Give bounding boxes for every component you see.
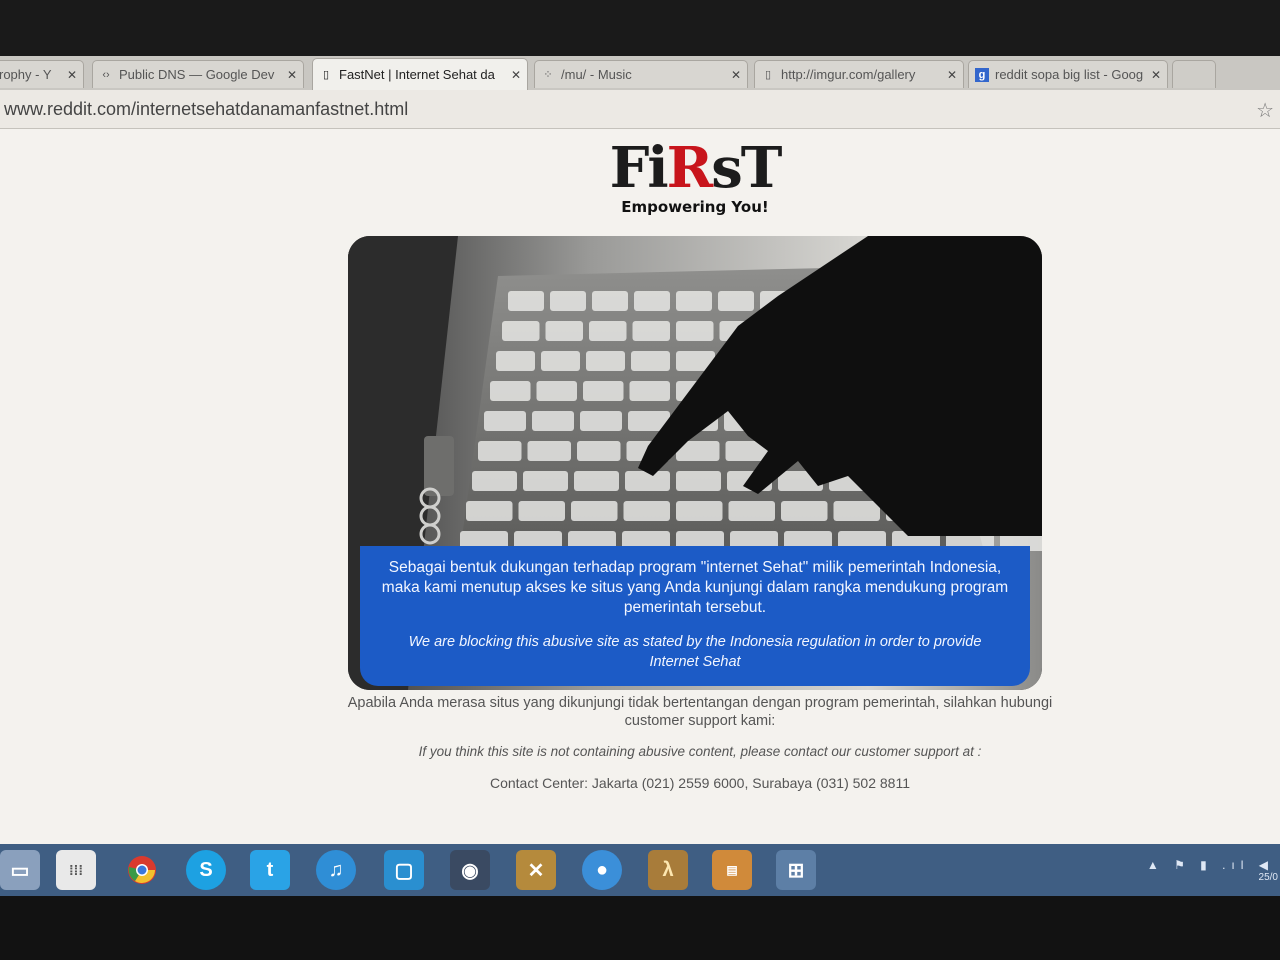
grid-icon: ⁘ (543, 69, 553, 81)
tray-date: 25/0 (1258, 872, 1278, 883)
contact-section: Apabila Anda merasa situs yang dikunjung… (340, 694, 1060, 791)
logo-text-end: sT (711, 135, 782, 201)
close-icon[interactable]: ✕ (947, 68, 957, 82)
logo-tagline: Empowering You! (621, 198, 769, 216)
notice-text-indonesian: Sebagai bentuk dukungan terhadap program… (381, 559, 1009, 616)
tab-fastnet[interactable]: ▯ FastNet | Internet Sehat da ✕ (312, 58, 528, 90)
tab-public-dns[interactable]: ‹› Public DNS — Google Dev ✕ (92, 60, 304, 88)
page-icon: ▯ (764, 69, 772, 81)
browser-window: rophy - Y ✕ ‹› Public DNS — Google Dev ✕… (0, 56, 1280, 896)
address-bar[interactable]: www.reddit.com/internetsehatdanamanfastn… (0, 90, 1280, 129)
notice-banner: Sebagai bentuk dukungan terhadap program… (360, 546, 1030, 686)
page-icon: ▯ (322, 69, 330, 81)
windows-app-icon[interactable]: ⊞ (776, 850, 816, 890)
notice-text-english: We are blocking this abusive site as sta… (408, 634, 982, 670)
close-icon[interactable]: ✕ (1151, 68, 1161, 82)
close-icon[interactable]: ✕ (731, 68, 741, 82)
hero-panel: Sebagai bentuk dukungan terhadap program… (348, 236, 1042, 690)
contact-text-indonesian: Apabila Anda merasa situs yang dikunjung… (347, 695, 1053, 729)
tab-rophy[interactable]: rophy - Y ✕ (0, 60, 84, 88)
url-text[interactable]: www.reddit.com/internetsehatdanamanfastn… (4, 99, 408, 120)
system-tray[interactable]: ▲ ⚑ ▮ .ıl ◀ (1147, 858, 1274, 872)
code-icon: ‹› (102, 68, 110, 81)
tab-mu-music[interactable]: ⁘ /mu/ - Music ✕ (534, 60, 748, 88)
itunes-icon[interactable]: ♫ (316, 850, 356, 890)
bookmark-star-icon[interactable]: ☆ (1256, 98, 1274, 123)
game-icon[interactable]: ✕ (516, 850, 556, 890)
apps-grid-icon[interactable]: ⁞⁞⁞ (56, 850, 96, 890)
new-tab-button[interactable] (1172, 60, 1216, 88)
tab-title: rophy - Y (0, 67, 52, 82)
close-icon[interactable]: ✕ (67, 68, 77, 82)
messenger-icon[interactable]: ● (582, 850, 622, 890)
page-content: FiRsT Empowering You! Sebagai bentuk duk… (0, 128, 1280, 828)
monitor-bezel-top (0, 0, 1280, 56)
tab-imgur[interactable]: ▯ http://imgur.com/gallery ✕ (754, 60, 964, 88)
logo-text-r: R (666, 135, 714, 201)
first-media-logo: FiRsT Empowering You! (560, 140, 830, 216)
tab-google-search[interactable]: g reddit sopa big list - Goog ✕ (968, 60, 1168, 88)
skype-icon[interactable]: S (186, 850, 226, 890)
google-icon: g (975, 67, 989, 82)
explorer-icon[interactable]: ▭ (0, 850, 40, 890)
monitor-bezel-bottom (0, 896, 1280, 960)
contact-text-english: If you think this site is not containing… (418, 744, 982, 759)
logo-text-start: Fi (609, 135, 669, 201)
tab-title: reddit sopa big list - Goog (995, 67, 1144, 82)
half-life-icon[interactable]: λ (648, 850, 688, 890)
chrome-icon[interactable] (122, 850, 162, 890)
contact-center-numbers: Contact Center: Jakarta (021) 2559 6000,… (489, 775, 910, 791)
logo-wordmark: FiRsT (560, 140, 830, 196)
tab-strip: rophy - Y ✕ ‹› Public DNS — Google Dev ✕… (0, 56, 1280, 90)
windows-taskbar: ▭ ⁞⁞⁞ S t ♫ ▢ ◉ ✕ ● λ ▤ ⊞ ▲ ⚑ ▮ .ıl ◀ 25… (0, 844, 1280, 896)
close-icon[interactable]: ✕ (511, 68, 521, 82)
books-icon[interactable]: ▤ (712, 850, 752, 890)
close-icon[interactable]: ✕ (287, 68, 297, 82)
tab-title: http://imgur.com/gallery (781, 67, 916, 82)
steam-icon[interactable]: ◉ (450, 850, 490, 890)
tab-title: /mu/ - Music (561, 67, 632, 82)
tab-title: FastNet | Internet Sehat da (339, 67, 495, 82)
tab-title: Public DNS — Google Dev (119, 67, 275, 82)
editor-icon[interactable]: ▢ (384, 850, 424, 890)
twitter-icon[interactable]: t (250, 850, 290, 890)
